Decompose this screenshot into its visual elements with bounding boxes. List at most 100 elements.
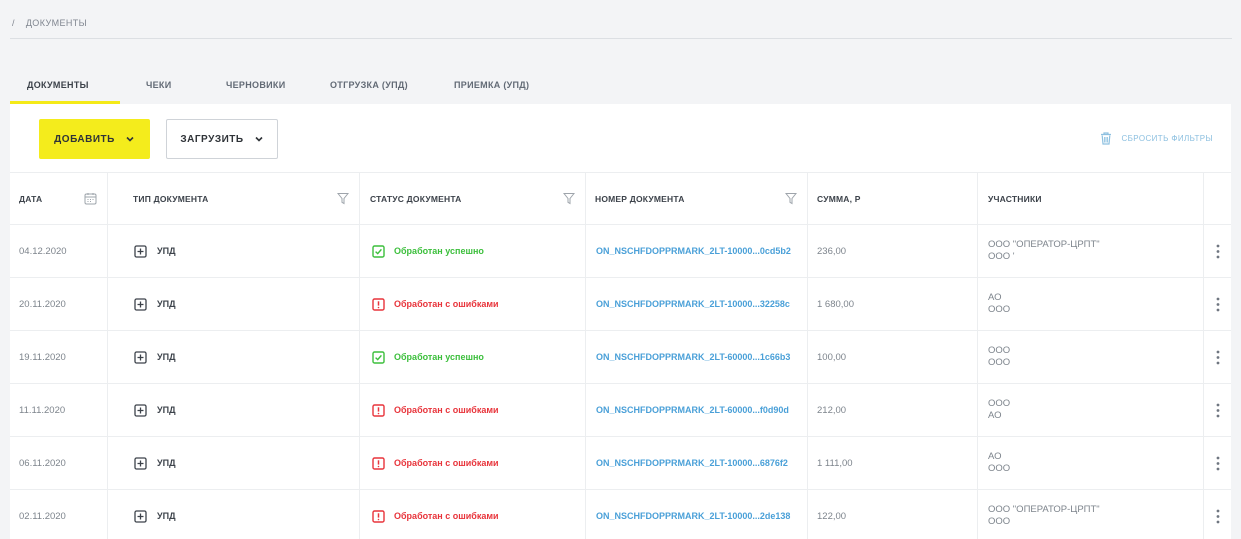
row-menu-button[interactable] [1204, 490, 1231, 539]
document-number-link[interactable]: ON_NSCHFDOPPRMARK_2LT-10000...6876f2 [596, 458, 788, 468]
status-value: Обработан успешно [394, 352, 484, 362]
cell-sum: 100,00 [808, 331, 978, 383]
cell-status: Обработан с ошибками [360, 384, 586, 436]
document-number-link[interactable]: ON_NSCHFDOPPRMARK_2LT-10000...0cd5b2 [596, 246, 791, 256]
participant-2: АО [988, 410, 1002, 421]
tab-drafts[interactable]: ЧЕРНОВИКИ [226, 70, 315, 104]
participant-2: ООО [988, 304, 1011, 315]
cell-sum: 1 111,00 [808, 437, 978, 489]
participant-2: ООО [988, 357, 1011, 368]
sum-value: 212,00 [817, 404, 847, 416]
column-header-type[interactable]: ТИП ДОКУМЕНТА [108, 173, 360, 225]
document-number-link[interactable]: ON_NSCHFDOPPRMARK_2LT-60000...1c66b3 [596, 352, 790, 362]
row-menu-button[interactable] [1204, 384, 1231, 436]
cell-document-number: ON_NSCHFDOPPRMARK_2LT-10000...0cd5b2 [586, 225, 808, 277]
cell-sum: 122,00 [808, 490, 978, 539]
column-header-participants[interactable]: УЧАСТНИКИ [978, 173, 1204, 225]
cell-status: Обработан успешно [360, 331, 586, 383]
date-value: 20.11.2020 [19, 298, 66, 310]
cell-sum: 212,00 [808, 384, 978, 436]
cell-document-type: УПД [108, 437, 360, 489]
cell-document-number: ON_NSCHFDOPPRMARK_2LT-60000...f0d90d [586, 384, 808, 436]
column-header-date-label: ДАТА [19, 194, 43, 204]
funnel-icon[interactable] [785, 192, 797, 205]
cell-participants: АО ООО [978, 437, 1204, 489]
cell-document-number: ON_NSCHFDOPPRMARK_2LT-60000...1c66b3 [586, 331, 808, 383]
cell-document-number: ON_NSCHFDOPPRMARK_2LT-10000...32258c [586, 278, 808, 330]
tab-bar: ДОКУМЕНТЫ ЧЕКИ ЧЕРНОВИКИ ОТГРУЗКА (УПД) … [10, 70, 549, 104]
more-vertical-icon [1216, 456, 1219, 470]
table-row[interactable]: 20.11.2020 УПД Обработан с ошибками ON_NSCH… [10, 278, 1231, 331]
sum-value: 122,00 [817, 510, 847, 522]
reset-filters-label: СБРОСИТЬ ФИЛЬТРЫ [1121, 134, 1213, 143]
upload-button[interactable]: ЗАГРУЗИТЬ [166, 119, 278, 159]
add-button[interactable]: ДОБАВИТЬ [39, 119, 150, 159]
document-type-value: УПД [157, 511, 176, 521]
table-row[interactable]: 19.11.2020 УПД Обработан успешно ON_NSCHFDO… [10, 331, 1231, 384]
column-header-sum-label: СУММА, Р [817, 194, 861, 204]
document-type-value: УПД [157, 458, 176, 468]
tab-documents[interactable]: ДОКУМЕНТЫ [10, 70, 120, 104]
calendar-icon[interactable] [84, 192, 97, 205]
status-value: Обработан с ошибками [394, 405, 499, 415]
participant-1: АО [988, 451, 1002, 462]
tab-receipts[interactable]: ЧЕКИ [120, 70, 226, 104]
sum-value: 1 680,00 [817, 298, 854, 310]
exclamation-square-icon [372, 456, 385, 470]
status-value: Обработан с ошибками [394, 458, 499, 468]
cell-sum: 1 680,00 [808, 278, 978, 330]
document-number-link[interactable]: ON_NSCHFDOPPRMARK_2LT-60000...f0d90d [596, 405, 789, 415]
cell-document-type: УПД [108, 490, 360, 539]
document-type-value: УПД [157, 352, 176, 362]
column-header-sum[interactable]: СУММА, Р [808, 173, 978, 225]
document-number-link[interactable]: ON_NSCHFDOPPRMARK_2LT-10000...2de138 [596, 511, 790, 521]
table-row[interactable]: 11.11.2020 УПД Обработан с ошибками ON_NSCH… [10, 384, 1231, 437]
cell-participants: ООО "ОПЕРАТОР-ЦРПТ" ООО ' [978, 225, 1204, 277]
breadcrumb-current[interactable]: ДОКУМЕНТЫ [26, 18, 87, 28]
check-square-icon [372, 350, 385, 364]
cell-document-number: ON_NSCHFDOPPRMARK_2LT-10000...6876f2 [586, 437, 808, 489]
tab-shipment[interactable]: ОТГРУЗКА (УПД) [315, 70, 439, 104]
cell-document-number: ON_NSCHFDOPPRMARK_2LT-10000...2de138 [586, 490, 808, 539]
column-header-number[interactable]: НОМЕР ДОКУМЕНТА [586, 173, 808, 225]
document-type-value: УПД [157, 299, 176, 309]
sum-value: 100,00 [817, 351, 847, 363]
column-header-date[interactable]: ДАТА [10, 173, 108, 225]
tab-acceptance[interactable]: ПРИЕМКА (УПД) [439, 70, 549, 104]
table-row[interactable]: 04.12.2020 УПД Обработан успешно ON_NSCHFDO… [10, 225, 1231, 278]
cell-participants: ООО АО [978, 384, 1204, 436]
cell-document-type: УПД [108, 225, 360, 277]
breadcrumb-separator: / [12, 18, 15, 28]
cell-date: 19.11.2020 [10, 331, 108, 383]
funnel-icon[interactable] [337, 192, 349, 205]
row-menu-button[interactable] [1204, 225, 1231, 277]
exclamation-square-icon [372, 297, 385, 311]
row-menu-button[interactable] [1204, 331, 1231, 383]
status-value: Обработан успешно [394, 246, 484, 256]
participant-2: ООО [988, 516, 1011, 527]
breadcrumb: / ДОКУМЕНТЫ [12, 18, 87, 28]
cell-document-type: УПД [108, 331, 360, 383]
participant-1: ООО [988, 398, 1011, 409]
table-row[interactable]: 06.11.2020 УПД Обработан с ошибками ON_NSCH… [10, 437, 1231, 490]
document-number-link[interactable]: ON_NSCHFDOPPRMARK_2LT-10000...32258c [596, 299, 790, 309]
reset-filters-button[interactable]: СБРОСИТЬ ФИЛЬТРЫ [1100, 132, 1213, 145]
column-header-type-label: ТИП ДОКУМЕНТА [133, 194, 209, 204]
more-vertical-icon [1216, 403, 1219, 417]
cell-status: Обработан с ошибками [360, 490, 586, 539]
date-value: 04.12.2020 [19, 245, 67, 257]
date-value: 11.11.2020 [19, 404, 66, 416]
row-menu-button[interactable] [1204, 437, 1231, 489]
sum-value: 1 111,00 [817, 457, 853, 469]
more-vertical-icon [1216, 297, 1219, 311]
document-type-value: УПД [157, 246, 176, 256]
funnel-icon[interactable] [563, 192, 575, 205]
plus-square-icon [134, 350, 147, 364]
table-row[interactable]: 02.11.2020 УПД Обработан с ошибками ON_NSCH… [10, 490, 1231, 539]
row-menu-button[interactable] [1204, 278, 1231, 330]
more-vertical-icon [1216, 509, 1219, 523]
status-value: Обработан с ошибками [394, 511, 499, 521]
chevron-down-icon [255, 136, 263, 142]
cell-status: Обработан с ошибками [360, 278, 586, 330]
column-header-status[interactable]: СТАТУС ДОКУМЕНТА [360, 173, 586, 225]
